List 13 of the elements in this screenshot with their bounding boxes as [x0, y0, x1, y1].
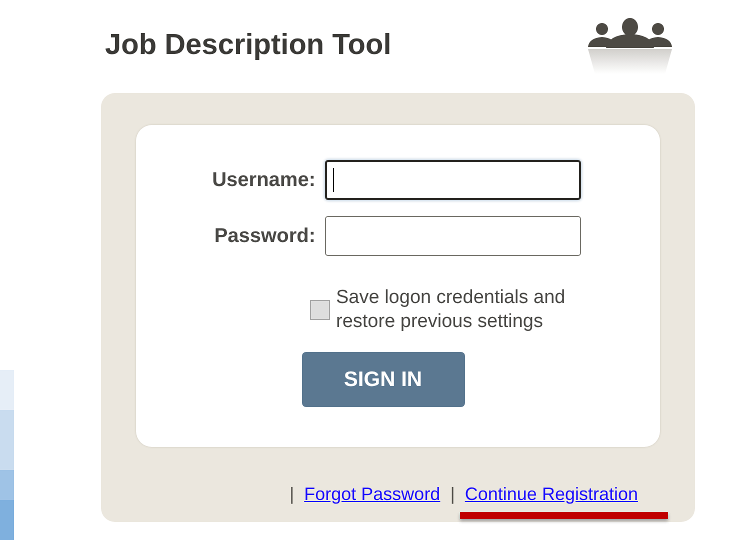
separator: |: [289, 483, 294, 506]
text-field[interactable]: [324, 216, 580, 256]
field-label: Password:: [213, 224, 316, 249]
field-label: Username:: [211, 168, 316, 193]
checkbox[interactable]: [310, 300, 330, 320]
text-caret: [332, 168, 334, 192]
page-title: Job Description Tool: [105, 28, 392, 63]
sign-in-button[interactable]: SIGN IN: [302, 352, 464, 407]
separator: |: [450, 483, 455, 506]
link[interactable]: Continue Registration: [464, 484, 638, 504]
link[interactable]: Forgot Password: [304, 484, 440, 504]
checkbox-label: Save logon credentials and restore previous settings: [336, 286, 566, 334]
text-field[interactable]: [324, 160, 580, 200]
